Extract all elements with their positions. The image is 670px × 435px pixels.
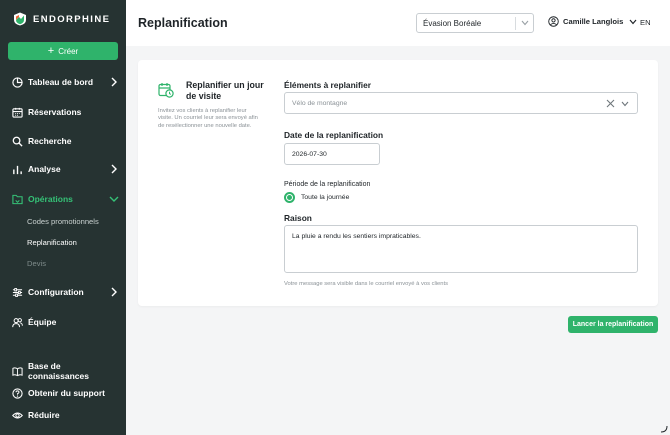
period-option-label: Toute la journée	[301, 194, 350, 201]
organization-select[interactable]: Évasion Boréale	[416, 13, 534, 33]
sliders-icon	[12, 287, 23, 297]
items-select-value: Vélo de montagne	[292, 99, 348, 107]
sidebar-item-label: Réservations	[28, 107, 82, 117]
eye-icon	[12, 411, 23, 419]
sidebar-item-operations[interactable]: Opérations	[12, 191, 120, 207]
card-title: Replanifier un jour de visite	[186, 80, 264, 101]
create-button-label: Créer	[58, 46, 79, 56]
radio-button-selected[interactable]	[284, 192, 295, 203]
reason-textarea[interactable]: La pluie a rendu les sentiers impraticab…	[284, 225, 638, 273]
chevron-down-icon	[109, 196, 119, 202]
user-name: Camille Langlois	[563, 17, 624, 26]
sidebar-item-label: Analyse	[28, 164, 61, 174]
endorphine-logo-icon	[14, 12, 26, 26]
chevron-down-icon	[629, 19, 637, 24]
sidebar-subitem-promo-codes[interactable]: Codes promotionnels	[27, 217, 99, 226]
sidebar-item-search[interactable]: Recherche	[12, 133, 120, 149]
sidebar-item-label: Réduire	[28, 410, 60, 420]
period-label: Période de la replanification	[284, 181, 371, 188]
sidebar-item-reservations[interactable]: Réservations	[12, 104, 120, 120]
select-divider	[515, 17, 516, 30]
chevron-right-icon	[111, 164, 117, 174]
chevron-right-icon	[111, 77, 117, 87]
sidebar-subitem-quotes[interactable]: Devis	[27, 259, 46, 268]
book-icon	[12, 366, 23, 376]
team-icon	[12, 317, 23, 327]
sidebar-item-dashboard[interactable]: Tableau de bord	[12, 74, 120, 90]
sidebar-item-analytics[interactable]: Analyse	[12, 161, 120, 177]
clear-icon[interactable]	[606, 99, 615, 108]
bar-chart-icon	[13, 165, 22, 174]
sidebar-item-label: Configuration	[28, 287, 84, 297]
sidebar-item-team[interactable]: Équipe	[12, 314, 120, 330]
top-bar: Replanification Évasion Boréale Camille …	[126, 0, 670, 46]
calendar-clock-icon	[158, 83, 174, 98]
chevron-down-icon	[521, 20, 529, 26]
pie-chart-icon	[12, 76, 23, 88]
items-select[interactable]: Vélo de montagne	[284, 92, 638, 114]
sidebar-item-collapse[interactable]: Réduire	[12, 407, 120, 423]
brand-logo[interactable]: ENDORPHINE	[13, 12, 110, 26]
create-button[interactable]: + Créer	[8, 42, 118, 60]
reason-label: Raison	[284, 213, 312, 223]
items-label: Éléments à replanifier	[284, 80, 372, 90]
reason-help-text: Votre message sera visible dans le courr…	[284, 281, 449, 287]
language-switch[interactable]: EN	[640, 18, 651, 27]
date-label: Date de la replanification	[284, 130, 384, 140]
help-icon	[12, 387, 23, 399]
sidebar-item-label: Tableau de bord	[28, 77, 94, 87]
plus-icon: +	[47, 45, 55, 57]
resize-corner-icon	[660, 425, 668, 433]
sidebar-item-support[interactable]: Obtenir du support	[12, 385, 120, 401]
calendar-icon	[12, 107, 23, 118]
period-option-all-day[interactable]: Toute la journée	[284, 192, 349, 203]
user-avatar-icon	[548, 16, 559, 27]
card-description: Invitez vos clients à replanifier leur v…	[158, 108, 258, 129]
sidebar-subitem-rescheduling[interactable]: Replanification	[27, 238, 77, 247]
sidebar-item-knowledge-base[interactable]: Base de connaissances	[12, 361, 120, 381]
organization-select-value: Évasion Boréale	[423, 18, 482, 28]
chevron-right-icon	[111, 287, 117, 297]
sidebar-item-label: Base de connaissances	[28, 361, 89, 381]
sidebar-item-label: Opérations	[28, 194, 73, 204]
page-title: Replanification	[138, 16, 228, 30]
sidebar-item-label: Équipe	[28, 317, 57, 327]
date-field[interactable]: 2026-07-30	[284, 143, 380, 165]
chevron-down-icon[interactable]	[621, 101, 629, 107]
sidebar: ENDORPHINE + Créer Tableau de bord Réser…	[0, 0, 126, 435]
sidebar-item-label: Recherche	[28, 136, 72, 146]
sidebar-item-configuration[interactable]: Configuration	[12, 284, 120, 300]
search-icon	[12, 136, 23, 147]
sidebar-item-label: Obtenir du support	[28, 388, 105, 398]
operations-icon	[12, 194, 23, 204]
radio-dot	[287, 195, 292, 200]
launch-reschedule-button[interactable]: Lancer la replanification	[568, 316, 658, 333]
brand-name: ENDORPHINE	[33, 13, 111, 25]
user-menu[interactable]: Camille Langlois	[548, 16, 637, 27]
reschedule-card: Replanifier un jour de visite Invitez vo…	[138, 60, 658, 306]
